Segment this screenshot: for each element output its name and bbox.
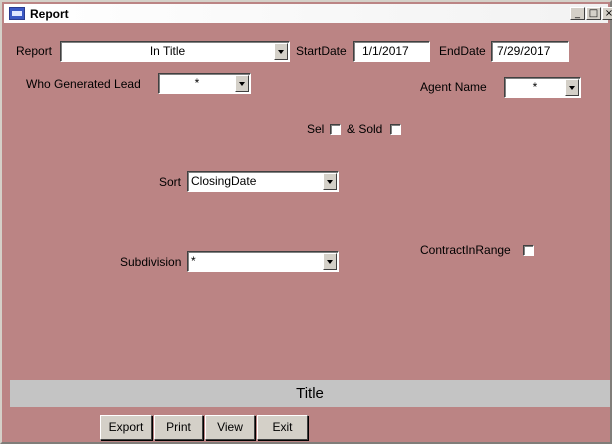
- chevron-down-icon[interactable]: [565, 79, 579, 96]
- end-date-label: EndDate: [439, 44, 486, 58]
- view-button-label: View: [217, 420, 243, 434]
- start-date-label: StartDate: [296, 44, 347, 58]
- close-icon[interactable]: ×: [602, 7, 612, 20]
- subdivision-combo[interactable]: *: [187, 251, 339, 272]
- end-date-value: 7/29/2017: [497, 44, 551, 58]
- minimize-icon[interactable]: _: [570, 7, 585, 20]
- contract-in-range-checkbox[interactable]: [523, 245, 534, 256]
- window-title: Report: [30, 6, 69, 21]
- report-window: Report _ □ × Report In Title StartDate 1…: [0, 0, 612, 444]
- exit-button-label: Exit: [272, 420, 293, 434]
- report-combo[interactable]: In Title: [60, 41, 290, 62]
- agent-name-label: Agent Name: [420, 80, 487, 94]
- exit-button[interactable]: Exit: [257, 415, 308, 440]
- form-icon: [9, 7, 25, 20]
- chevron-down-icon[interactable]: [235, 75, 249, 92]
- report-value: In Title: [149, 44, 186, 58]
- chevron-down-icon[interactable]: [323, 173, 337, 190]
- footer-title-bar: Title: [10, 380, 610, 407]
- print-button-label: Print: [166, 420, 191, 434]
- view-button[interactable]: View: [205, 415, 255, 440]
- who-generated-value: *: [194, 76, 200, 90]
- sort-value: ClosingDate: [191, 174, 257, 188]
- sel-checkbox[interactable]: [330, 124, 341, 135]
- print-button[interactable]: Print: [154, 415, 203, 440]
- agent-name-combo[interactable]: *: [504, 77, 581, 98]
- sold-checkbox[interactable]: [390, 124, 401, 135]
- subdivision-value: *: [191, 254, 196, 268]
- report-label: Report: [16, 44, 53, 58]
- title-bar[interactable]: Report _ □ ×: [4, 4, 612, 23]
- sold-label: & Sold: [347, 122, 383, 136]
- end-date-field[interactable]: 7/29/2017: [491, 41, 569, 62]
- export-button[interactable]: Export: [100, 415, 152, 440]
- who-generated-combo[interactable]: *: [158, 73, 251, 94]
- maximize-icon[interactable]: □: [586, 7, 601, 20]
- start-date-value: 1/1/2017: [362, 44, 409, 58]
- who-generated-label: Who Generated Lead: [26, 77, 141, 91]
- sort-label: Sort: [159, 175, 182, 189]
- sel-label: Sel: [307, 122, 325, 136]
- contract-in-range-label: ContractInRange: [420, 243, 511, 257]
- export-button-label: Export: [108, 420, 144, 434]
- subdivision-label: Subdivision: [120, 255, 182, 269]
- start-date-field[interactable]: 1/1/2017: [353, 41, 430, 62]
- sort-combo[interactable]: ClosingDate: [187, 171, 339, 192]
- chevron-down-icon[interactable]: [274, 43, 288, 60]
- chevron-down-icon[interactable]: [323, 253, 337, 270]
- agent-name-value: *: [532, 80, 538, 94]
